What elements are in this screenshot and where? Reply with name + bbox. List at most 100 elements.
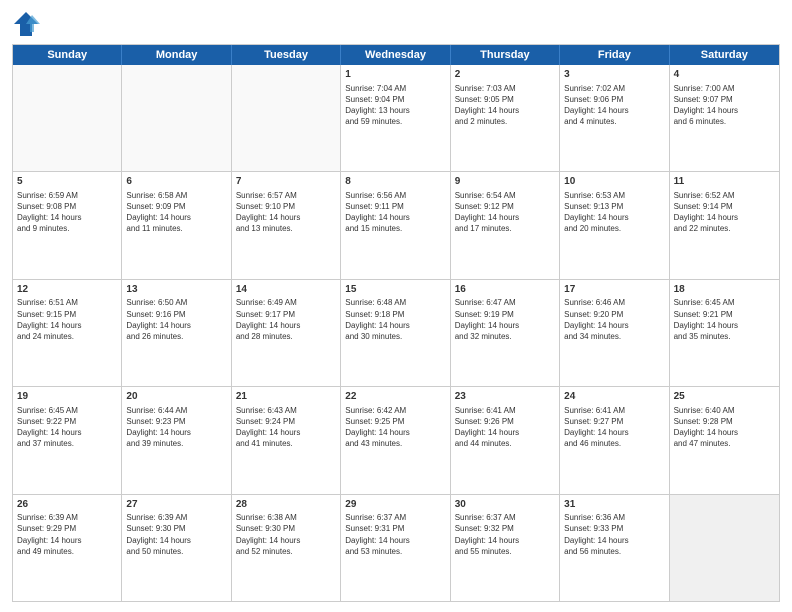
day-info: Sunrise: 6:45 AM Sunset: 9:21 PM Dayligh… [674, 297, 775, 342]
day-info: Sunrise: 6:37 AM Sunset: 9:31 PM Dayligh… [345, 512, 445, 557]
day-info: Sunrise: 6:44 AM Sunset: 9:23 PM Dayligh… [126, 405, 226, 450]
calendar-cell: 21Sunrise: 6:43 AM Sunset: 9:24 PM Dayli… [232, 387, 341, 493]
calendar-cell [232, 65, 341, 171]
day-number: 11 [674, 175, 775, 189]
day-number: 15 [345, 283, 445, 297]
day-number: 17 [564, 283, 664, 297]
calendar-cell: 2Sunrise: 7:03 AM Sunset: 9:05 PM Daylig… [451, 65, 560, 171]
calendar-cell: 20Sunrise: 6:44 AM Sunset: 9:23 PM Dayli… [122, 387, 231, 493]
day-number: 8 [345, 175, 445, 189]
day-number: 20 [126, 390, 226, 404]
calendar-cell: 31Sunrise: 6:36 AM Sunset: 9:33 PM Dayli… [560, 495, 669, 601]
calendar-cell: 29Sunrise: 6:37 AM Sunset: 9:31 PM Dayli… [341, 495, 450, 601]
day-info: Sunrise: 6:42 AM Sunset: 9:25 PM Dayligh… [345, 405, 445, 450]
calendar-cell: 7Sunrise: 6:57 AM Sunset: 9:10 PM Daylig… [232, 172, 341, 278]
day-number: 18 [674, 283, 775, 297]
day-number: 14 [236, 283, 336, 297]
day-info: Sunrise: 6:54 AM Sunset: 9:12 PM Dayligh… [455, 190, 555, 235]
calendar-cell: 30Sunrise: 6:37 AM Sunset: 9:32 PM Dayli… [451, 495, 560, 601]
calendar-cell [13, 65, 122, 171]
day-info: Sunrise: 6:41 AM Sunset: 9:27 PM Dayligh… [564, 405, 664, 450]
calendar-cell: 24Sunrise: 6:41 AM Sunset: 9:27 PM Dayli… [560, 387, 669, 493]
day-info: Sunrise: 6:47 AM Sunset: 9:19 PM Dayligh… [455, 297, 555, 342]
calendar-cell: 22Sunrise: 6:42 AM Sunset: 9:25 PM Dayli… [341, 387, 450, 493]
calendar-cell: 4Sunrise: 7:00 AM Sunset: 9:07 PM Daylig… [670, 65, 779, 171]
calendar-body: 1Sunrise: 7:04 AM Sunset: 9:04 PM Daylig… [13, 65, 779, 601]
day-info: Sunrise: 6:49 AM Sunset: 9:17 PM Dayligh… [236, 297, 336, 342]
day-info: Sunrise: 6:39 AM Sunset: 9:29 PM Dayligh… [17, 512, 117, 557]
calendar-cell: 19Sunrise: 6:45 AM Sunset: 9:22 PM Dayli… [13, 387, 122, 493]
day-info: Sunrise: 6:59 AM Sunset: 9:08 PM Dayligh… [17, 190, 117, 235]
day-number: 21 [236, 390, 336, 404]
day-info: Sunrise: 6:48 AM Sunset: 9:18 PM Dayligh… [345, 297, 445, 342]
weekday-header: Sunday [13, 45, 122, 65]
day-number: 7 [236, 175, 336, 189]
day-number: 4 [674, 68, 775, 82]
header [12, 10, 780, 38]
day-number: 24 [564, 390, 664, 404]
day-info: Sunrise: 7:00 AM Sunset: 9:07 PM Dayligh… [674, 83, 775, 128]
day-number: 1 [345, 68, 445, 82]
day-number: 3 [564, 68, 664, 82]
day-info: Sunrise: 6:36 AM Sunset: 9:33 PM Dayligh… [564, 512, 664, 557]
weekday-header: Tuesday [232, 45, 341, 65]
day-number: 13 [126, 283, 226, 297]
calendar-row: 12Sunrise: 6:51 AM Sunset: 9:15 PM Dayli… [13, 279, 779, 386]
day-info: Sunrise: 6:41 AM Sunset: 9:26 PM Dayligh… [455, 405, 555, 450]
calendar-cell: 1Sunrise: 7:04 AM Sunset: 9:04 PM Daylig… [341, 65, 450, 171]
calendar-cell: 16Sunrise: 6:47 AM Sunset: 9:19 PM Dayli… [451, 280, 560, 386]
calendar-cell: 18Sunrise: 6:45 AM Sunset: 9:21 PM Dayli… [670, 280, 779, 386]
calendar-row: 19Sunrise: 6:45 AM Sunset: 9:22 PM Dayli… [13, 386, 779, 493]
day-info: Sunrise: 6:40 AM Sunset: 9:28 PM Dayligh… [674, 405, 775, 450]
day-number: 29 [345, 498, 445, 512]
calendar-cell: 14Sunrise: 6:49 AM Sunset: 9:17 PM Dayli… [232, 280, 341, 386]
day-number: 12 [17, 283, 117, 297]
day-info: Sunrise: 6:51 AM Sunset: 9:15 PM Dayligh… [17, 297, 117, 342]
calendar-cell: 6Sunrise: 6:58 AM Sunset: 9:09 PM Daylig… [122, 172, 231, 278]
day-number: 10 [564, 175, 664, 189]
day-number: 5 [17, 175, 117, 189]
weekday-header: Monday [122, 45, 231, 65]
calendar-row: 1Sunrise: 7:04 AM Sunset: 9:04 PM Daylig… [13, 65, 779, 171]
weekday-header: Wednesday [341, 45, 450, 65]
calendar-cell: 15Sunrise: 6:48 AM Sunset: 9:18 PM Dayli… [341, 280, 450, 386]
day-number: 19 [17, 390, 117, 404]
day-info: Sunrise: 6:38 AM Sunset: 9:30 PM Dayligh… [236, 512, 336, 557]
day-info: Sunrise: 6:52 AM Sunset: 9:14 PM Dayligh… [674, 190, 775, 235]
calendar-cell: 26Sunrise: 6:39 AM Sunset: 9:29 PM Dayli… [13, 495, 122, 601]
day-info: Sunrise: 6:58 AM Sunset: 9:09 PM Dayligh… [126, 190, 226, 235]
calendar-cell: 13Sunrise: 6:50 AM Sunset: 9:16 PM Dayli… [122, 280, 231, 386]
calendar-cell: 5Sunrise: 6:59 AM Sunset: 9:08 PM Daylig… [13, 172, 122, 278]
calendar-cell: 12Sunrise: 6:51 AM Sunset: 9:15 PM Dayli… [13, 280, 122, 386]
day-number: 2 [455, 68, 555, 82]
calendar-cell: 8Sunrise: 6:56 AM Sunset: 9:11 PM Daylig… [341, 172, 450, 278]
day-info: Sunrise: 6:43 AM Sunset: 9:24 PM Dayligh… [236, 405, 336, 450]
calendar-header: SundayMondayTuesdayWednesdayThursdayFrid… [13, 45, 779, 65]
day-info: Sunrise: 6:46 AM Sunset: 9:20 PM Dayligh… [564, 297, 664, 342]
calendar-row: 5Sunrise: 6:59 AM Sunset: 9:08 PM Daylig… [13, 171, 779, 278]
day-info: Sunrise: 6:57 AM Sunset: 9:10 PM Dayligh… [236, 190, 336, 235]
day-number: 28 [236, 498, 336, 512]
day-info: Sunrise: 6:56 AM Sunset: 9:11 PM Dayligh… [345, 190, 445, 235]
calendar-cell [670, 495, 779, 601]
day-info: Sunrise: 7:02 AM Sunset: 9:06 PM Dayligh… [564, 83, 664, 128]
calendar-cell: 28Sunrise: 6:38 AM Sunset: 9:30 PM Dayli… [232, 495, 341, 601]
day-info: Sunrise: 6:50 AM Sunset: 9:16 PM Dayligh… [126, 297, 226, 342]
calendar-cell: 11Sunrise: 6:52 AM Sunset: 9:14 PM Dayli… [670, 172, 779, 278]
weekday-header: Thursday [451, 45, 560, 65]
day-number: 30 [455, 498, 555, 512]
day-info: Sunrise: 7:04 AM Sunset: 9:04 PM Dayligh… [345, 83, 445, 128]
weekday-header: Friday [560, 45, 669, 65]
day-info: Sunrise: 6:53 AM Sunset: 9:13 PM Dayligh… [564, 190, 664, 235]
day-number: 23 [455, 390, 555, 404]
day-number: 9 [455, 175, 555, 189]
calendar-cell: 27Sunrise: 6:39 AM Sunset: 9:30 PM Dayli… [122, 495, 231, 601]
calendar-row: 26Sunrise: 6:39 AM Sunset: 9:29 PM Dayli… [13, 494, 779, 601]
day-info: Sunrise: 6:45 AM Sunset: 9:22 PM Dayligh… [17, 405, 117, 450]
calendar-cell: 9Sunrise: 6:54 AM Sunset: 9:12 PM Daylig… [451, 172, 560, 278]
logo-icon [12, 10, 40, 38]
day-info: Sunrise: 6:37 AM Sunset: 9:32 PM Dayligh… [455, 512, 555, 557]
day-number: 31 [564, 498, 664, 512]
day-number: 26 [17, 498, 117, 512]
day-number: 6 [126, 175, 226, 189]
